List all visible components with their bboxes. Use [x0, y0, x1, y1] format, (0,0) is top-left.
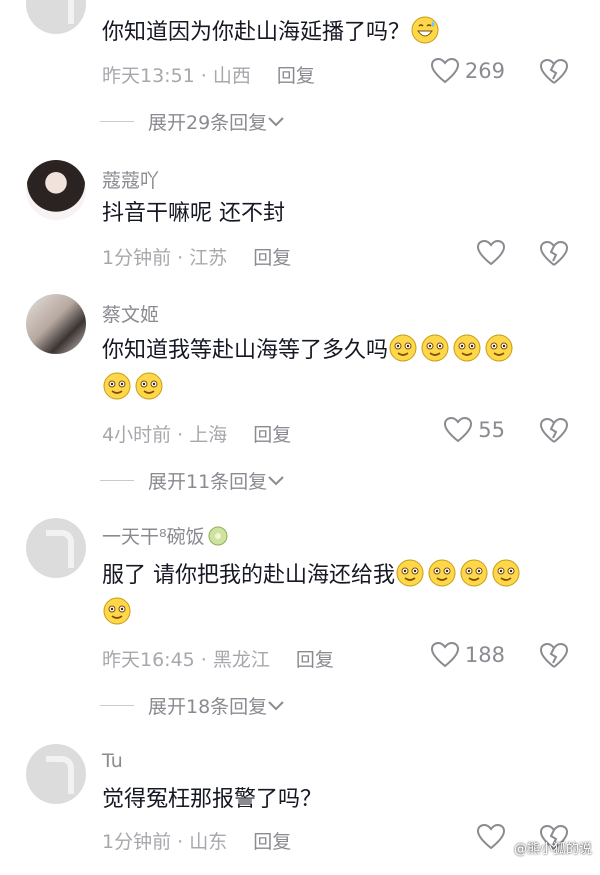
watermark: @熊小狐的说: [513, 842, 592, 857]
comment-author[interactable]: Tu: [102, 750, 123, 772]
divider: [100, 480, 134, 481]
heart-icon: [430, 58, 459, 84]
avatar[interactable]: [26, 294, 86, 354]
smiley-emoji-icon: [421, 334, 449, 362]
reply-button[interactable]: 回复: [253, 831, 291, 853]
reply-button[interactable]: 回复: [253, 247, 291, 269]
broken-heart-icon[interactable]: [540, 417, 568, 445]
comment-text: 抖音干嘛呢 还不封: [102, 201, 285, 226]
smiley-emoji-icon: [460, 559, 488, 587]
expand-replies-button[interactable]: 展开29条回复: [100, 108, 285, 135]
comment-text-continued: [102, 371, 166, 406]
broken-heart-icon[interactable]: [540, 58, 568, 86]
expand-replies-button[interactable]: 展开18条回复: [100, 692, 285, 719]
comment-meta: 1分钟前 · 江苏 回复: [102, 247, 292, 269]
broken-heart-icon[interactable]: [540, 642, 568, 670]
heart-icon: [477, 240, 505, 266]
broken-heart-icon[interactable]: [540, 240, 568, 268]
smiley-emoji-icon: [453, 334, 481, 362]
comment-meta: 昨天16:45 · 黑龙江 回复: [102, 649, 334, 671]
avatar[interactable]: [26, 160, 86, 220]
kiwi-emoji-icon: [208, 526, 228, 546]
comment-text: 觉得冤枉那报警了吗？: [102, 787, 323, 812]
comment-author[interactable]: 蔡文姬: [102, 300, 159, 327]
smiley-emoji-icon: [396, 559, 424, 587]
heart-icon: [477, 824, 505, 850]
like-button[interactable]: 55: [444, 417, 505, 443]
comment-text-continued: [102, 596, 134, 631]
smiley-emoji-icon: [428, 559, 456, 587]
heart-icon: [430, 642, 459, 668]
avatar[interactable]: [26, 744, 86, 804]
chevron-down-icon: [268, 475, 284, 485]
like-button[interactable]: 269: [430, 58, 505, 84]
comment-author[interactable]: 一天干⁸碗饭: [102, 522, 229, 549]
comment-meta: 1分钟前 · 山东 回复: [102, 831, 292, 853]
divider: [100, 705, 134, 706]
smiley-emoji-icon: [103, 372, 131, 400]
comment-author[interactable]: 蔻蔻吖: [102, 166, 159, 193]
chevron-down-icon: [268, 116, 284, 126]
avatar[interactable]: [26, 0, 86, 34]
comment-text: 你知道因为你赴山海延播了吗？: [102, 15, 442, 50]
expand-replies-button[interactable]: 展开11条回复: [100, 467, 285, 494]
smiley-emoji-icon: [389, 334, 417, 362]
comment-meta: 昨天13:51 · 山西 回复: [102, 65, 315, 87]
comment-text: 服了 请你把我的赴山海还给我: [102, 558, 523, 593]
reply-button[interactable]: 回复: [253, 424, 291, 446]
heart-icon: [444, 417, 473, 443]
smiley-emoji-icon: [492, 559, 520, 587]
like-button[interactable]: [477, 824, 505, 850]
smiley-emoji-icon: [135, 372, 163, 400]
comment-meta: 4小时前 · 上海 回复: [102, 424, 292, 446]
like-button[interactable]: [477, 240, 505, 266]
like-button[interactable]: 188: [430, 642, 505, 668]
comment-text: 你知道我等赴山海等了多久吗: [102, 333, 516, 368]
chevron-down-icon: [268, 700, 284, 710]
reply-button[interactable]: 回复: [277, 65, 315, 87]
avatar[interactable]: [26, 518, 86, 578]
smiley-emoji-icon: [103, 597, 131, 625]
reply-button[interactable]: 回复: [296, 649, 334, 671]
smiley-emoji-icon: [485, 334, 513, 362]
divider: [100, 121, 134, 122]
grin-sweat-emoji-icon: [411, 16, 439, 44]
